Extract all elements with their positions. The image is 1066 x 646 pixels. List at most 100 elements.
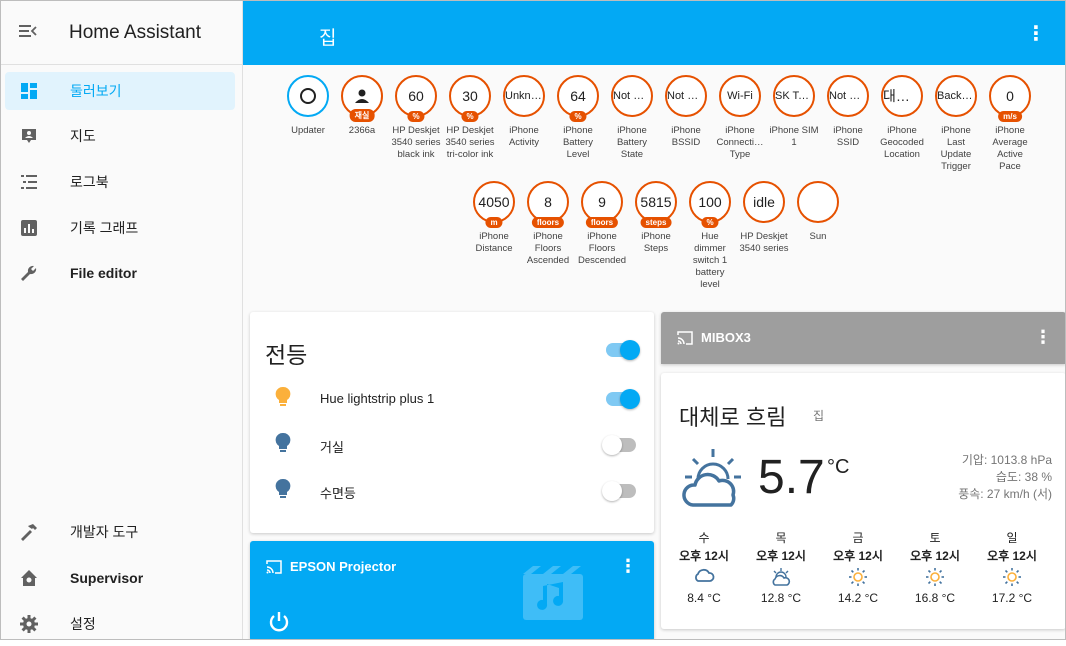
forecast-time: 오후 12시 <box>679 549 729 563</box>
forecast-day: 금 오후 12시 14.2 °C <box>818 529 898 605</box>
badge-unit: floors <box>585 217 619 228</box>
more-options-icon[interactable]: ⋮ <box>1034 327 1052 348</box>
more-options-icon[interactable]: ⋮ <box>1026 21 1046 46</box>
badge[interactable]: 재실 2366a <box>337 75 387 137</box>
sidebar-item-settings[interactable]: 설정 <box>5 605 235 639</box>
badge-circle: Backg… <box>935 75 977 117</box>
badge[interactable]: Not C… iPhone Battery State <box>607 75 657 161</box>
badge-unit: m/s <box>998 111 1022 122</box>
forecast-temp: 16.8 °C <box>914 591 956 605</box>
badge-value: 30 <box>462 88 478 104</box>
badge-label: HP Deskjet 3540 series black ink <box>391 125 441 160</box>
badge[interactable]: Sun <box>793 181 843 243</box>
badge-label: iPhone Floors Ascended <box>526 231 570 266</box>
hammer-icon <box>19 522 39 542</box>
light-toggle[interactable] <box>602 435 636 455</box>
badge-circle: 4050 m <box>473 181 515 228</box>
sidebar-item-supervisor[interactable]: Supervisor <box>5 559 235 597</box>
sidebar-item-history[interactable]: 기록 그래프 <box>5 209 235 247</box>
badge[interactable]: Unkno… iPhone Activity <box>499 75 549 149</box>
light-name: Hue lightstrip plus 1 <box>320 391 435 406</box>
sidebar-item-file-editor[interactable]: File editor <box>5 254 235 292</box>
badge[interactable]: 대한… iPhone Geocoded Location <box>877 75 927 161</box>
lightbulb-icon <box>274 386 292 413</box>
media-player-name: MIBOX3 <box>701 330 751 345</box>
badge-label: Updater <box>291 125 325 136</box>
badge[interactable]: 60% HP Deskjet 3540 series black ink <box>391 75 441 161</box>
light-toggle[interactable] <box>602 481 636 501</box>
pressure: 기압: 1013.8 hPa <box>961 453 1052 467</box>
badge[interactable]: Backg… iPhone Last Update Trigger <box>931 75 981 173</box>
top-app-bar: 집 ⋮ <box>243 1 1065 65</box>
forecast-day-name: 토 <box>929 531 941 545</box>
sidebar-item-developer-tools[interactable]: 개발자 도구 <box>5 513 235 551</box>
light-row[interactable]: 거실 <box>250 424 650 464</box>
light-name: 거실 <box>320 440 344 455</box>
badge-unit: % <box>701 217 719 228</box>
gear-icon <box>19 614 39 634</box>
master-toggle[interactable] <box>606 340 640 360</box>
badge[interactable]: Not C… iPhone SSID <box>823 75 873 149</box>
badge[interactable]: 64% iPhone Battery Level <box>553 75 603 161</box>
badge[interactable]: Wi-Fi iPhone Connecti… Type <box>715 75 765 161</box>
cloud-icon <box>664 567 744 591</box>
temperature-unit: °C <box>827 456 850 478</box>
badge[interactable]: 9 floors iPhone Floors Descended <box>577 181 627 267</box>
wrench-icon <box>19 263 39 283</box>
forecast-day: 목 오후 12시 12.8 °C <box>741 529 821 605</box>
light-row[interactable]: 수면등 <box>250 470 650 510</box>
page-title: 집 <box>319 28 337 49</box>
forecast-temp: 14.2 °C <box>837 591 879 605</box>
badge[interactable]: 30% HP Deskjet 3540 series tri-color ink <box>445 75 495 161</box>
forecast-time: 오후 12시 <box>756 549 806 563</box>
menu-collapse-icon[interactable] <box>19 22 39 43</box>
partly-cloudy-icon <box>681 447 745 514</box>
badge[interactable]: Not C… iPhone BSSID <box>661 75 711 149</box>
badge[interactable]: Updater <box>283 75 333 137</box>
lights-card: 전등 Hue lightstrip plus 1 거실 수면등 <box>250 312 654 533</box>
partly-cloudy-icon <box>741 567 821 591</box>
badge-value: 0 <box>1006 88 1014 104</box>
badge-label: iPhone Last Update Trigger <box>940 125 972 172</box>
more-options-icon[interactable]: ⋮ <box>619 556 637 577</box>
sunny-icon <box>895 567 975 591</box>
badge[interactable]: 100% Hue dimmer switch 1 battery level <box>685 181 735 291</box>
badge[interactable]: 0 m/s iPhone Average Active Pace <box>985 75 1035 173</box>
light-toggle[interactable] <box>606 389 640 409</box>
badge-unit: steps <box>640 217 672 228</box>
badge-unit: % <box>461 111 479 122</box>
light-row[interactable]: Hue lightstrip plus 1 <box>250 378 650 418</box>
sidebar-item-overview[interactable]: 둘러보기 <box>5 72 235 110</box>
sidebar-item-label: 개발자 도구 <box>70 524 139 540</box>
epson-media-card: EPSON Projector ⋮ <box>250 541 654 639</box>
sidebar-item-label: 설정 <box>70 616 96 632</box>
badge-circle: 100% <box>689 181 731 228</box>
badge-circle: Not C… <box>827 75 869 117</box>
current-temperature: 5.7 <box>758 451 825 504</box>
badge-unit: 재실 <box>349 109 375 122</box>
sidebar-item-logbook[interactable]: 로그북 <box>5 163 235 201</box>
lightbulb-icon <box>274 432 292 459</box>
badge-value: Not C… <box>613 90 651 102</box>
badge-value: Not C… <box>667 90 705 102</box>
weather-attributes: 기압: 1013.8 hPa 습도: 38 % 풍속: 27 km/h (서) <box>958 452 1052 503</box>
badge[interactable]: 4050 m iPhone Distance <box>469 181 519 255</box>
sidebar-header: Home Assistant <box>1 1 242 65</box>
map-account-icon <box>19 126 39 146</box>
sidebar: Home Assistant 둘러보기 지도 로그북 기록 그래프 File e… <box>1 1 243 639</box>
badge[interactable]: idle HP Deskjet 3540 series <box>739 181 789 255</box>
badge[interactable]: SK Tel… iPhone SIM 1 <box>769 75 819 149</box>
badge[interactable]: 8 floors iPhone Floors Ascended <box>523 181 573 267</box>
weather-card[interactable]: 대체로 흐림 집 5.7 °C 기압: 1013.8 hPa 습도: 38 % … <box>661 373 1065 629</box>
badge-unit: m <box>485 217 503 228</box>
badge-unit: % <box>569 111 587 122</box>
badge-value: SK Tel… <box>775 90 813 102</box>
sidebar-item-map[interactable]: 지도 <box>5 117 235 155</box>
power-icon[interactable] <box>268 611 290 638</box>
forecast-day-name: 수 <box>698 531 710 545</box>
sidebar-item-label: File editor <box>70 265 137 281</box>
badge[interactable]: 5815 steps iPhone Steps <box>631 181 681 255</box>
light-name: 수면등 <box>320 486 356 501</box>
badge-label: iPhone SIM 1 <box>769 125 819 148</box>
sidebar-item-label: 지도 <box>70 128 96 144</box>
